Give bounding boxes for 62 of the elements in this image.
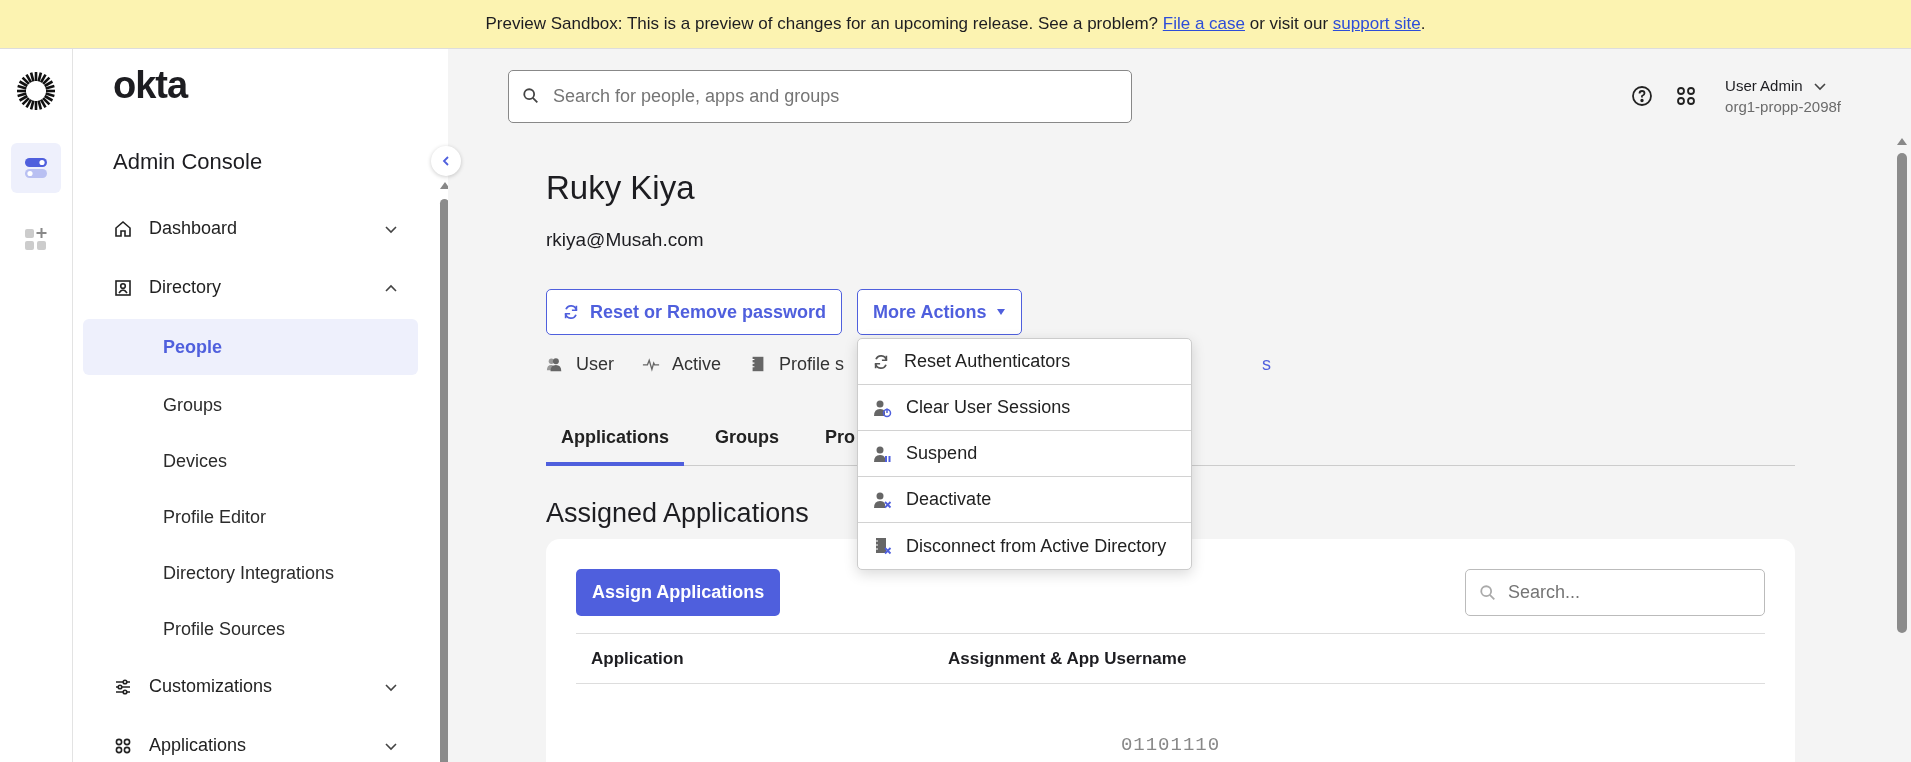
table-search-field[interactable]: Search...: [1465, 569, 1765, 616]
status-label: Profile s: [779, 353, 845, 375]
brand-logo: okta: [113, 65, 188, 105]
org-name: org1-propp-2098f: [1725, 98, 1841, 115]
chevron-left-icon: [440, 155, 452, 167]
nav-item[interactable]: Customizations: [83, 657, 418, 716]
status-label: User: [576, 353, 614, 375]
column-header: Application: [590, 648, 685, 669]
nav-subitem[interactable]: Profile Sources: [83, 601, 418, 657]
users-icon: [546, 355, 564, 373]
help-icon[interactable]: [1631, 85, 1654, 107]
apps-grid-icon[interactable]: [1675, 85, 1698, 107]
user-name[interactable]: User Admin: [1725, 77, 1803, 94]
nav-label: Customizations: [149, 676, 274, 697]
nav-item[interactable]: Applications: [83, 716, 418, 762]
nav-subitem[interactable]: Directory Integrations: [83, 545, 418, 601]
person-email: rkiya@Musah.com: [546, 229, 705, 251]
scroll-up-icon[interactable]: [440, 181, 450, 189]
nav-label: Applications: [149, 735, 248, 756]
status-link[interactable]: s: [1262, 353, 1272, 375]
add-apps-icon: [23, 227, 49, 253]
home-icon: [113, 218, 133, 239]
search-icon: [1479, 583, 1497, 602]
menu-item[interactable]: Clear User Sessions: [858, 385, 1192, 431]
section-title: Assigned Applications: [546, 498, 809, 529]
menu-item[interactable]: Deactivate: [858, 477, 1192, 523]
nav-subitem[interactable]: Profile Editor: [83, 489, 418, 545]
person-name: Ruky Kiya: [546, 169, 696, 207]
status-label: Active: [672, 353, 722, 375]
more-actions-button[interactable]: More Actions: [857, 289, 1023, 335]
banner-message: Preview Sandbox: This is a preview of changes for an upcoming release. See a problem? File a case or visit our support site.: [485, 14, 1426, 34]
toggles-button[interactable]: [11, 143, 61, 193]
refresh-icon: [562, 303, 580, 321]
collapse-button[interactable]: [431, 146, 461, 176]
menu-item[interactable]: Disconnect from Active Directory: [858, 523, 1192, 569]
directory-icon: [113, 277, 133, 298]
scroll-up-icon[interactable]: [1897, 137, 1907, 145]
nav-subitem[interactable]: Groups: [83, 377, 418, 433]
nav-item[interactable]: Dashboard: [83, 199, 418, 258]
console-title: Admin Console: [113, 149, 264, 175]
search-icon: [522, 87, 540, 105]
sunburst-logo-icon: [16, 71, 56, 111]
nav-item[interactable]: Directory: [83, 258, 418, 317]
caret-icon: [996, 308, 1007, 316]
nav-label: Directory: [149, 277, 222, 298]
file-case-link[interactable]: File a case: [1162, 14, 1245, 33]
nav-subitem[interactable]: Devices: [83, 433, 418, 489]
nav-label: Dashboard: [149, 218, 239, 239]
loading-text: 01101110: [1119, 734, 1222, 756]
sliders-icon: [113, 676, 133, 697]
tab[interactable]: Groups: [700, 415, 795, 466]
global-search-field[interactable]: Search for people, apps and groups: [508, 69, 1132, 123]
toggles-icon: [23, 155, 49, 181]
reset-password-button[interactable]: Reset or Remove password: [546, 289, 843, 335]
column-header: Assignment & App Username: [948, 648, 1187, 669]
menu-item[interactable]: Reset Authenticators: [858, 339, 1192, 385]
nav-subitem[interactable]: People: [83, 319, 418, 375]
scrollbar-thumb[interactable]: [1897, 153, 1907, 633]
support-site-link[interactable]: support site: [1332, 14, 1421, 33]
assign-applications-button[interactable]: Assign Applications: [576, 569, 781, 616]
menu-item[interactable]: Suspend: [858, 431, 1192, 477]
tab[interactable]: Applications: [546, 415, 684, 466]
